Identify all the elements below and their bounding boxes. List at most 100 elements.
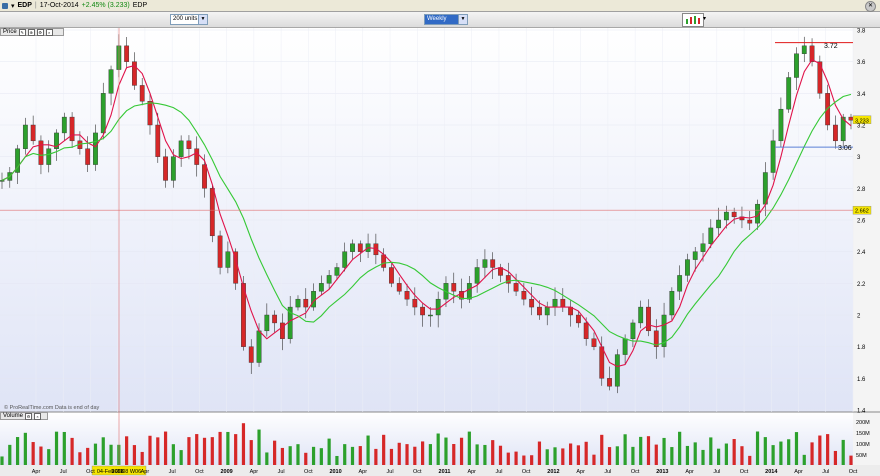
- volume-bar: [615, 446, 619, 465]
- date-axis-tick-label: Oct: [413, 469, 422, 475]
- price-axis-tick-label: 2.4: [857, 250, 866, 256]
- volume-axis-tick-label: 100M: [856, 442, 870, 448]
- panel-close-icon[interactable]: ×: [45, 28, 53, 36]
- volume-bar: [405, 444, 409, 465]
- candle-body: [22, 124, 28, 149]
- date-axis-tick-label: Jul: [60, 469, 67, 475]
- volume-bar: [600, 434, 604, 465]
- candle-body: [256, 330, 262, 363]
- volume-axis-tick-label: 50M: [856, 453, 867, 459]
- date-axis-tick-label: Apr: [794, 469, 803, 475]
- candle-body: [685, 259, 690, 276]
- candle-body: [350, 243, 355, 252]
- price-panel-label: Price: [3, 29, 17, 35]
- volume-bar: [693, 442, 697, 465]
- candle-body: [700, 243, 706, 252]
- zoom-icon[interactable]: ⊕: [27, 28, 35, 36]
- pencil-icon[interactable]: ✎: [18, 28, 26, 36]
- candle-body: [599, 346, 605, 379]
- candle-body: [435, 298, 441, 316]
- candle-body: [833, 124, 838, 142]
- volume-bar: [101, 437, 105, 465]
- volume-bar: [78, 452, 82, 465]
- chart-canvas[interactable]: 3.2332.66204-Feb-2008 W06 1.41.61.822.22…: [0, 0, 880, 476]
- volume-bar: [810, 442, 814, 465]
- volume-bar: [631, 446, 635, 465]
- candle-body: [513, 283, 519, 292]
- candle-body: [264, 314, 270, 332]
- volume-bar: [389, 448, 394, 465]
- candle-body: [85, 148, 91, 165]
- date-axis-tick-label: Oct: [304, 469, 313, 475]
- volume-bar: [8, 444, 12, 465]
- date-axis-tick-label: Jul: [387, 469, 394, 475]
- candle-body: [147, 101, 153, 126]
- date-axis-tick-label: Apr: [467, 469, 476, 475]
- date-axis-tick-label: Apr: [576, 469, 585, 475]
- volume-bar: [226, 431, 230, 465]
- candle-body: [272, 314, 278, 324]
- settings-icon[interactable]: ⚙: [36, 28, 44, 36]
- candle-body: [794, 53, 799, 78]
- volume-bar: [763, 437, 767, 465]
- volume-bar: [234, 434, 238, 465]
- candle-body: [248, 346, 254, 363]
- candle-body: [801, 45, 807, 54]
- volume-bar: [86, 447, 90, 465]
- date-axis-tick-label: Jul: [822, 469, 829, 475]
- volume-bar: [249, 440, 253, 465]
- volume-bar: [452, 444, 456, 465]
- candle-body: [46, 148, 52, 165]
- volume-bar: [374, 448, 378, 465]
- date-axis-tick-label: Jul: [604, 469, 611, 475]
- volume-bar: [561, 448, 565, 465]
- volume-bar: [623, 434, 627, 465]
- candle-body: [420, 306, 426, 316]
- candle-body: [669, 291, 675, 316]
- candle-body: [466, 283, 472, 300]
- candle-body: [544, 306, 550, 316]
- volume-bar: [140, 451, 144, 465]
- candle-body: [848, 116, 854, 121]
- volume-bar: [311, 446, 316, 465]
- volume-bar: [568, 443, 573, 465]
- candle-body: [490, 259, 496, 268]
- settings-icon[interactable]: ⚙: [25, 412, 33, 420]
- candle-body: [723, 211, 729, 221]
- date-axis-tick-label: 2010: [329, 469, 341, 475]
- volume-panel-header: Volume ⚙ ×: [0, 412, 48, 420]
- volume-bar: [584, 441, 588, 465]
- date-axis-tick-label: Apr: [359, 469, 368, 475]
- price-axis-tick-label: 3.8: [857, 29, 866, 35]
- candle-body: [537, 306, 542, 316]
- candle-body: [357, 243, 363, 252]
- volume-bar: [662, 437, 666, 465]
- volume-bar: [187, 437, 191, 465]
- volume-bar: [421, 441, 425, 465]
- candle-body: [622, 338, 628, 355]
- candle-body: [786, 77, 792, 110]
- volume-bar: [171, 444, 175, 465]
- candle-body: [170, 156, 176, 181]
- candle-body: [139, 85, 145, 102]
- panel-close-icon[interactable]: ×: [34, 412, 42, 420]
- candle-body: [93, 132, 98, 165]
- candle-body: [217, 235, 223, 268]
- date-axis-tick-label: 2008: [112, 469, 124, 475]
- candle-body: [412, 298, 418, 308]
- candle-body: [552, 298, 558, 308]
- volume-bar: [335, 455, 339, 465]
- volume-bar: [771, 445, 775, 465]
- candle-body: [303, 298, 309, 308]
- volume-bar: [54, 431, 59, 465]
- volume-bar: [755, 431, 760, 465]
- candle-body: [396, 283, 402, 292]
- date-axis-tick-label: 2014: [765, 469, 778, 475]
- annotation-high-label: 3.72: [824, 43, 838, 50]
- volume-bar: [459, 437, 464, 465]
- volume-bar: [607, 447, 612, 465]
- volume-bar: [397, 442, 401, 465]
- candle-body: [630, 322, 636, 339]
- date-axis-tick-label: Oct: [195, 469, 204, 475]
- volume-bar: [654, 444, 658, 465]
